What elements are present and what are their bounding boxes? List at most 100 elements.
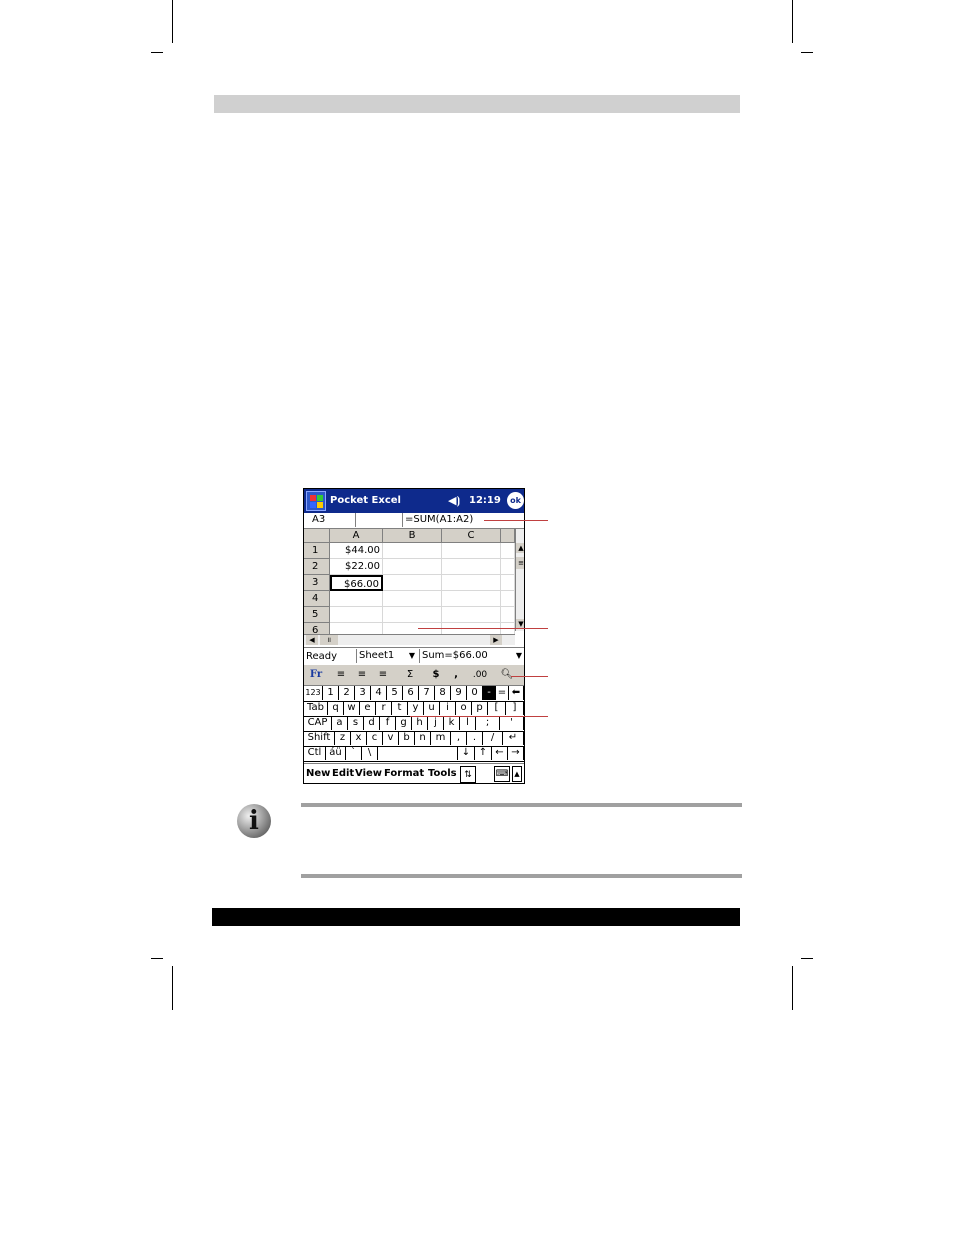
chevron-up-icon[interactable]: ▲: [512, 766, 522, 782]
key[interactable]: q: [328, 701, 344, 715]
key[interactable]: 9: [451, 686, 467, 700]
key[interactable]: w: [344, 701, 360, 715]
key[interactable]: j: [428, 716, 444, 730]
keyboard-icon[interactable]: ⌨: [494, 766, 510, 782]
cell[interactable]: [501, 575, 515, 591]
menu-edit[interactable]: Edit: [332, 768, 354, 779]
key[interactable]: p: [472, 701, 488, 715]
menu-new[interactable]: New: [306, 768, 330, 779]
cell[interactable]: [442, 543, 501, 559]
autocalc-dropdown[interactable]: Sum=$66.00 ▼: [419, 649, 524, 663]
key[interactable]: 0: [467, 686, 483, 700]
scroll-thumb-horizontal[interactable]: ॥: [320, 635, 338, 645]
sheet-dropdown[interactable]: Sheet1 ▼: [356, 649, 419, 663]
row-header[interactable]: 4: [304, 591, 330, 607]
cell[interactable]: [442, 575, 501, 591]
key[interactable]: f: [380, 716, 396, 730]
arrow-up-key[interactable]: ↑: [475, 746, 492, 760]
start-menu-icon[interactable]: [306, 491, 326, 511]
enter-key[interactable]: ↵: [503, 731, 524, 745]
shift-key[interactable]: Shift: [304, 731, 335, 745]
key[interactable]: 8: [435, 686, 451, 700]
arrow-right-key[interactable]: →: [508, 746, 524, 760]
row-header[interactable]: 1: [304, 543, 330, 559]
cell-reference[interactable]: A3: [304, 513, 356, 527]
cell-a2[interactable]: $22.00: [330, 559, 383, 575]
cell[interactable]: [383, 607, 442, 623]
key[interactable]: l: [460, 716, 476, 730]
tab-key[interactable]: Tab: [304, 701, 328, 715]
cell[interactable]: [442, 559, 501, 575]
key[interactable]: 2: [339, 686, 355, 700]
key[interactable]: \: [362, 746, 378, 760]
key[interactable]: c: [367, 731, 383, 745]
align-right-icon[interactable]: ≡: [375, 667, 391, 683]
ctrl-key[interactable]: Ctl: [304, 746, 326, 760]
align-center-icon[interactable]: ≡: [354, 667, 370, 683]
cell-a3-selected[interactable]: $66.00: [330, 575, 383, 591]
decimal-button[interactable]: .00: [470, 667, 490, 683]
menu-view[interactable]: View: [355, 768, 382, 779]
column-header-b[interactable]: B: [383, 529, 442, 543]
formula-input[interactable]: =SUM(A1:A2): [405, 513, 473, 527]
key[interactable]: m: [431, 731, 451, 745]
key[interactable]: z: [335, 731, 351, 745]
key[interactable]: a: [332, 716, 348, 730]
cell[interactable]: [383, 575, 442, 591]
key[interactable]: e: [360, 701, 376, 715]
scroll-up-icon[interactable]: ▲: [516, 543, 524, 553]
key[interactable]: 4: [371, 686, 387, 700]
key[interactable]: /: [483, 731, 503, 745]
font-button[interactable]: Fr: [307, 667, 325, 683]
cell[interactable]: [501, 559, 515, 575]
row-header[interactable]: 5: [304, 607, 330, 623]
key[interactable]: o: [456, 701, 472, 715]
cell[interactable]: [383, 543, 442, 559]
key[interactable]: -: [483, 686, 496, 700]
key[interactable]: v: [383, 731, 399, 745]
key-123[interactable]: 123: [304, 686, 323, 700]
space-key[interactable]: [378, 746, 458, 760]
scroll-thumb[interactable]: ≡: [516, 557, 524, 569]
key[interactable]: h: [412, 716, 428, 730]
intl-key[interactable]: áü: [326, 746, 346, 760]
column-header-a[interactable]: A: [330, 529, 383, 543]
key[interactable]: 1: [323, 686, 339, 700]
key[interactable]: y: [408, 701, 424, 715]
key[interactable]: ]: [506, 701, 524, 715]
sort-updown-icon[interactable]: ⇅: [460, 766, 476, 783]
key[interactable]: `: [346, 746, 362, 760]
key[interactable]: u: [424, 701, 440, 715]
cell[interactable]: [383, 559, 442, 575]
row-header[interactable]: 3: [304, 575, 330, 591]
arrow-down-key[interactable]: ↓: [458, 746, 475, 760]
cell[interactable]: [383, 591, 442, 607]
key[interactable]: ': [500, 716, 524, 730]
cell-a1[interactable]: $44.00: [330, 543, 383, 559]
clock[interactable]: 12:19: [469, 495, 501, 506]
arrow-left-key[interactable]: ←: [492, 746, 508, 760]
zoom-icon[interactable]: 🔍︎: [499, 667, 515, 683]
key[interactable]: =: [496, 686, 509, 700]
key[interactable]: r: [376, 701, 392, 715]
menu-format[interactable]: Format: [384, 768, 424, 779]
scroll-right-icon[interactable]: ▶: [490, 635, 502, 645]
key[interactable]: g: [396, 716, 412, 730]
horizontal-scrollbar[interactable]: ◀ ॥ ▶: [304, 634, 515, 645]
cell[interactable]: [442, 607, 501, 623]
cell[interactable]: [501, 543, 515, 559]
autosum-button[interactable]: Σ: [402, 667, 418, 683]
column-header-c[interactable]: C: [442, 529, 501, 543]
currency-button[interactable]: $: [429, 667, 443, 683]
key[interactable]: s: [348, 716, 364, 730]
key[interactable]: [: [488, 701, 506, 715]
key[interactable]: ;: [476, 716, 500, 730]
caps-key[interactable]: CAP: [304, 716, 332, 730]
backspace-key[interactable]: ⬅: [509, 686, 524, 700]
key[interactable]: k: [444, 716, 460, 730]
cell[interactable]: [330, 591, 383, 607]
align-left-icon[interactable]: ≡: [333, 667, 349, 683]
key[interactable]: ,: [451, 731, 467, 745]
ok-button[interactable]: ok: [507, 492, 524, 509]
key[interactable]: .: [467, 731, 483, 745]
